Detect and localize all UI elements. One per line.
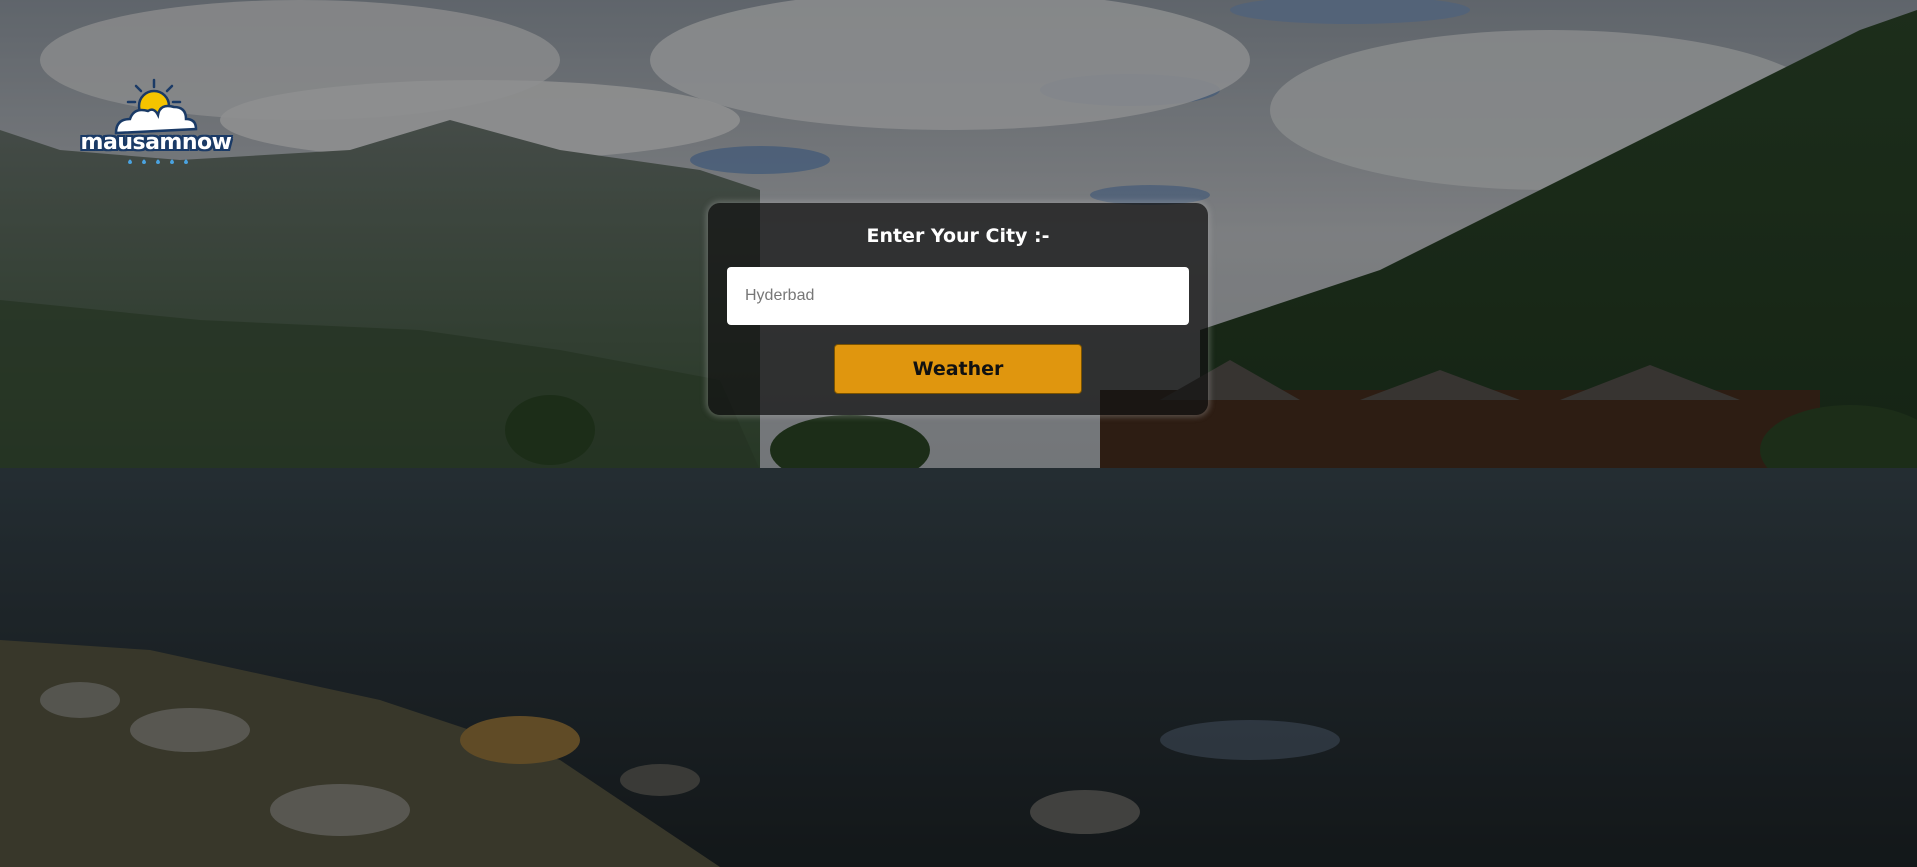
background-dim-overlay xyxy=(0,0,1917,867)
sun-cloud-rain-icon xyxy=(114,78,198,164)
city-input[interactable] xyxy=(727,267,1189,325)
mausamnow-logo[interactable]: mausamnow xyxy=(80,76,232,180)
city-search-panel: Enter Your City :- Weather xyxy=(708,203,1208,415)
panel-title: Enter Your City :- xyxy=(866,225,1050,247)
logo-wordmark: mausamnow xyxy=(80,130,232,155)
page-root: mausamnow Enter Your City :- Weather xyxy=(0,0,1917,867)
weather-button[interactable]: Weather xyxy=(834,344,1082,394)
